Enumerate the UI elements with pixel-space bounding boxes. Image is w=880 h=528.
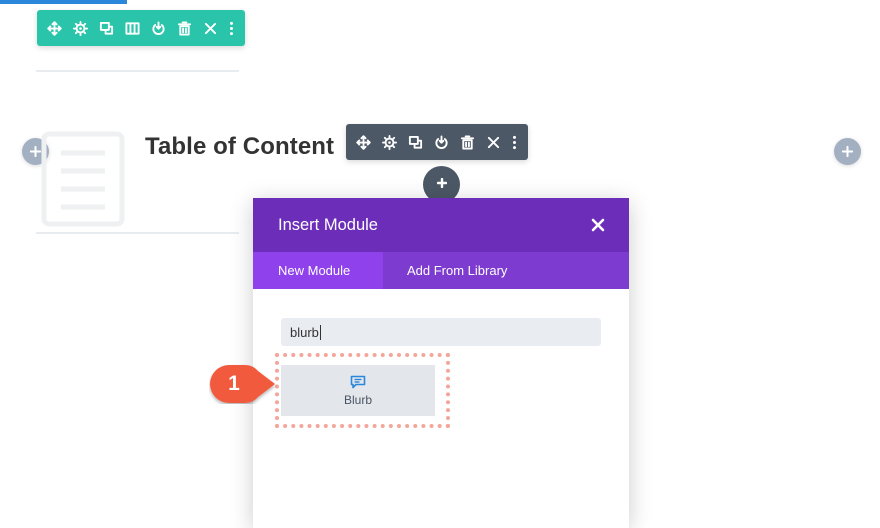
- callout-number: 1: [228, 372, 240, 395]
- move-icon[interactable]: [41, 10, 67, 46]
- tab-new-module[interactable]: New Module: [253, 252, 383, 289]
- plus-icon: [30, 146, 41, 157]
- columns-icon[interactable]: [119, 10, 145, 46]
- more-icon[interactable]: [223, 10, 239, 46]
- document-icon: [41, 131, 125, 227]
- blurb-module-button[interactable]: Blurb: [281, 365, 435, 416]
- move-icon[interactable]: [350, 124, 376, 160]
- plus-icon: [436, 178, 447, 188]
- trash-icon[interactable]: [454, 124, 480, 160]
- text-caret: [319, 324, 321, 340]
- modal-header: Insert Module: [253, 198, 629, 252]
- trash-icon[interactable]: [171, 10, 197, 46]
- more-icon[interactable]: [506, 124, 522, 160]
- duplicate-icon[interactable]: [402, 124, 428, 160]
- blurb-label: Blurb: [343, 392, 372, 407]
- module-title: Table of Content: [145, 133, 335, 160]
- top-accent-bar: [0, 0, 127, 4]
- modal-title: Insert Module: [278, 215, 378, 234]
- modal-tabs: New Module Add From Library: [253, 252, 629, 289]
- insert-module-modal: Insert Module New Module Add From Librar…: [253, 198, 629, 528]
- add-column-right-button[interactable]: [834, 138, 861, 165]
- step-callout: 1: [209, 364, 279, 404]
- power-icon[interactable]: [428, 124, 454, 160]
- row-toolbar: [37, 10, 245, 46]
- search-value: blurb: [290, 324, 319, 340]
- gear-icon[interactable]: [67, 10, 93, 46]
- module-search-input[interactable]: blurb: [281, 318, 601, 346]
- blurb-icon: [350, 375, 366, 389]
- gear-icon[interactable]: [376, 124, 402, 160]
- close-icon[interactable]: [480, 124, 506, 160]
- close-icon[interactable]: [591, 218, 605, 232]
- row-divider: [36, 70, 239, 72]
- duplicate-icon[interactable]: [93, 10, 119, 46]
- power-icon[interactable]: [145, 10, 171, 46]
- tab-add-from-library[interactable]: Add From Library: [383, 252, 531, 289]
- plus-icon: [842, 146, 853, 157]
- close-icon[interactable]: [197, 10, 223, 46]
- module-toolbar: [346, 124, 528, 160]
- module-divider: [36, 232, 239, 234]
